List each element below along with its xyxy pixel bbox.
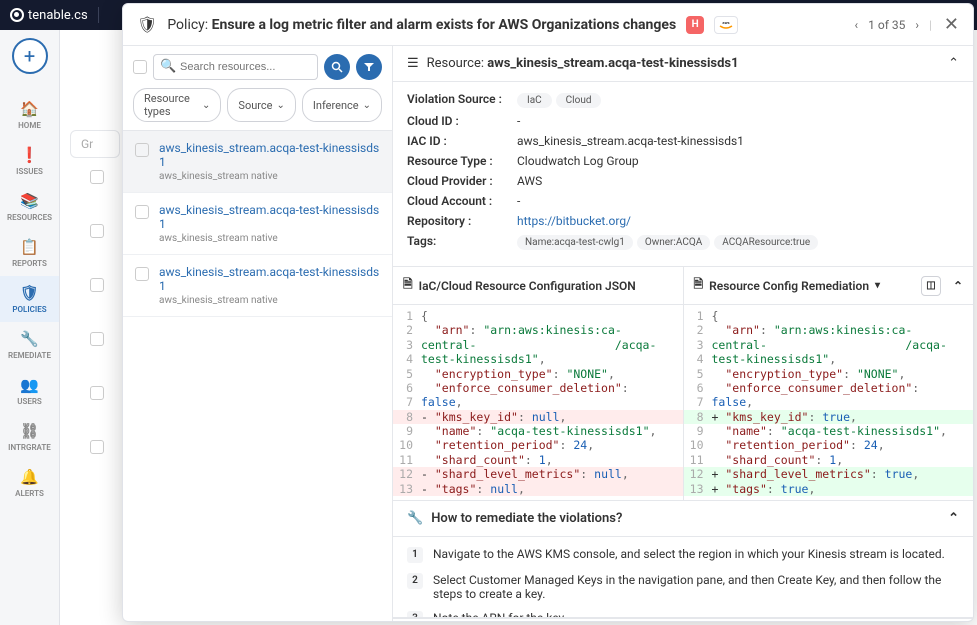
- reports-icon: 📋: [20, 238, 39, 256]
- search-icon: 🔍: [160, 59, 176, 74]
- modal-header: 🛡 Policy: Ensure a log metric filter and…: [123, 4, 973, 46]
- policy-title: Policy: Ensure a log metric filter and a…: [167, 17, 676, 33]
- resource-checkbox[interactable]: [135, 267, 149, 281]
- integrate-icon: ⛓: [20, 422, 39, 440]
- file-icon: 🗎: [403, 275, 413, 296]
- detail-pane: ☰ Resource: aws_kinesis_stream.acqa-test…: [393, 46, 973, 621]
- remediate-icon: 🔧: [20, 330, 39, 348]
- chevron-down-icon[interactable]: ▾: [875, 280, 880, 291]
- filter-source[interactable]: Source: [227, 88, 295, 122]
- policies-icon: 🛡: [20, 284, 39, 302]
- collapse-icon[interactable]: ⌃: [948, 56, 959, 71]
- resource-item[interactable]: aws_kinesis_stream.acqa-test-kinessisds1…: [123, 131, 392, 193]
- sidebar-item-remediate[interactable]: 🔧REMEDIATE: [0, 322, 59, 368]
- home-icon: 🏠: [20, 100, 39, 118]
- repository-link[interactable]: https://bitbucket.org/: [517, 214, 631, 228]
- shield-icon: 🛡: [137, 15, 157, 34]
- remediate-section: 🔧 How to remediate the violations? ⌃ 1Na…: [393, 501, 973, 618]
- resource-checkbox[interactable]: [135, 205, 149, 219]
- sidebar-item-reports[interactable]: 📋REPORTS: [0, 230, 59, 276]
- prev-arrow[interactable]: ‹: [853, 16, 861, 34]
- code-right: 1{ 2 "arn": "arn:aws:kinesis:ca- 3centra…: [684, 305, 974, 500]
- filter-inference[interactable]: Inference: [302, 88, 382, 122]
- users-icon: 👥: [20, 376, 39, 394]
- file-icon: 🗎: [694, 275, 704, 296]
- severity-badge: H: [686, 16, 704, 34]
- sidebar-item-resources[interactable]: 📚RESOURCES: [0, 184, 59, 230]
- split-view-toggle[interactable]: ◫: [921, 276, 941, 296]
- search-input[interactable]: [153, 54, 318, 80]
- code-panel-right: 🗎 Resource Config Remediation ▾ ◫ ⌃ 1{ 2…: [684, 267, 974, 500]
- collapse-icon[interactable]: ⌃: [953, 279, 963, 293]
- svg-text:aws: aws: [723, 20, 730, 25]
- filter-resource-types[interactable]: Resource types: [133, 88, 221, 122]
- sidebar-item-users[interactable]: 👥USERS: [0, 368, 59, 414]
- alerts-icon: 🔔: [20, 468, 39, 486]
- logo: tenable.cs: [10, 8, 88, 23]
- resource-header-text: Resource: aws_kinesis_stream.acqa-test-k…: [427, 56, 739, 71]
- next-arrow[interactable]: ›: [913, 16, 921, 34]
- faded-tab: Gr: [70, 130, 120, 158]
- code-left: 1{ 2 "arn": "arn:aws:kinesis:ca- 3centra…: [393, 305, 683, 500]
- footer: 🎫Create a Ticket ⎇Create a PR ☁Fix in Cl…: [393, 618, 973, 622]
- resources-icon: 📚: [20, 192, 39, 210]
- pager-text: 1 of 35: [868, 18, 905, 32]
- search-button[interactable]: [324, 54, 350, 80]
- list-icon: ☰: [407, 56, 419, 71]
- aws-badge: aws: [714, 16, 738, 34]
- sidebar: + 🏠HOME ❗ISSUES 📚RESOURCES 📋REPORTS 🛡POL…: [0, 30, 60, 625]
- sidebar-item-home[interactable]: 🏠HOME: [0, 92, 59, 138]
- collapse-icon[interactable]: ⌃: [948, 511, 959, 526]
- sidebar-item-integrate[interactable]: ⛓INTRGRATE: [0, 414, 59, 460]
- resource-list: aws_kinesis_stream.acqa-test-kinessisds1…: [123, 131, 392, 317]
- sidebar-item-policies[interactable]: 🛡POLICIES: [0, 276, 59, 322]
- filter-button[interactable]: [356, 54, 382, 80]
- policy-modal: 🛡 Policy: Ensure a log metric filter and…: [122, 3, 974, 622]
- add-button[interactable]: +: [12, 38, 48, 74]
- issues-icon: ❗: [20, 146, 39, 164]
- resource-list-pane: 🔍 Resource types Source Inference aws_ki…: [123, 46, 393, 621]
- resource-item[interactable]: aws_kinesis_stream.acqa-test-kinessisds1…: [123, 255, 392, 317]
- resource-item[interactable]: aws_kinesis_stream.acqa-test-kinessisds1…: [123, 193, 392, 255]
- code-panel-left: 🗎 IaC/Cloud Resource Configuration JSON …: [393, 267, 684, 500]
- close-icon[interactable]: ✕: [944, 14, 959, 35]
- wrench-icon: 🔧: [407, 511, 423, 526]
- sidebar-item-alerts[interactable]: 🔔ALERTS: [0, 460, 59, 506]
- sidebar-item-issues[interactable]: ❗ISSUES: [0, 138, 59, 184]
- resource-checkbox[interactable]: [135, 143, 149, 157]
- select-all-checkbox[interactable]: [133, 60, 147, 74]
